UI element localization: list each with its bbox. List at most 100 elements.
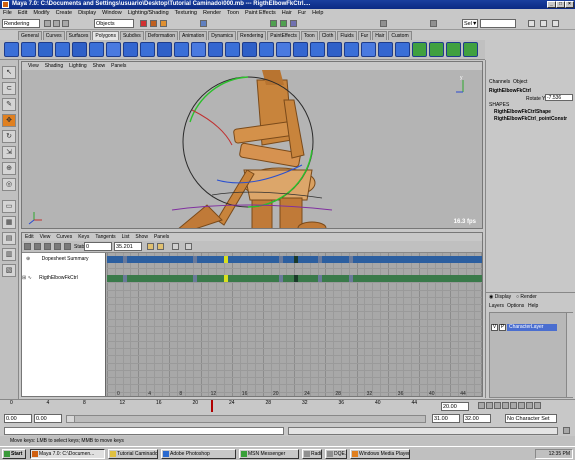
menu-hair[interactable]: Hair xyxy=(282,9,292,18)
shelf-tool-icon[interactable] xyxy=(242,42,257,57)
shelf-tool-icon[interactable] xyxy=(140,42,155,57)
shelf-tab-polygons[interactable]: Polygons xyxy=(92,31,119,40)
viewport-menu-view[interactable]: View xyxy=(28,62,39,70)
go-to-start-icon[interactable] xyxy=(478,402,485,409)
layer-scrollbar[interactable] xyxy=(566,313,573,397)
layers-options-menu[interactable]: Options xyxy=(507,303,524,309)
layout-single-icon[interactable]: ▭ xyxy=(2,200,16,213)
new-scene-icon[interactable] xyxy=(44,20,51,27)
shelf-tab-hair[interactable]: Hair xyxy=(372,31,388,40)
menu-set-dropdown[interactable]: Rendering xyxy=(2,19,40,28)
anim-end-field[interactable]: 32.00 xyxy=(463,414,491,423)
summary-key[interactable] xyxy=(317,256,322,263)
shelf-tool-icon[interactable] xyxy=(208,42,223,57)
range-handle-left[interactable] xyxy=(67,416,75,422)
quick-selection-input[interactable] xyxy=(480,19,516,28)
ctrl-key[interactable] xyxy=(224,275,228,282)
shelf-tab-surfaces[interactable]: Surfaces xyxy=(65,31,92,40)
snap-curve-icon[interactable] xyxy=(160,20,167,27)
taskbar-item[interactable]: Windows Media Player xyxy=(350,449,410,459)
menu-texturing[interactable]: Texturing xyxy=(175,9,197,18)
channel-box-toggle-icon[interactable] xyxy=(552,20,559,27)
menu-display[interactable]: Display xyxy=(78,9,96,18)
step-forward-key-icon[interactable] xyxy=(518,402,525,409)
minimize-button[interactable]: _ xyxy=(547,1,556,8)
summary-key[interactable] xyxy=(192,256,197,263)
summary-key[interactable] xyxy=(224,256,228,263)
summary-key[interactable] xyxy=(122,256,127,263)
layout-four-icon[interactable]: ▦ xyxy=(2,216,16,229)
menu-modify[interactable]: Modify xyxy=(33,9,49,18)
shelf-tool-icon[interactable] xyxy=(463,42,478,57)
menu-lighting-shading[interactable]: Lighting/Shading xyxy=(128,9,169,18)
shelf-tab-deformation[interactable]: Deformation xyxy=(144,31,178,40)
dopesheet-menu-edit[interactable]: Edit xyxy=(25,233,34,241)
menu-file[interactable]: File xyxy=(3,9,12,18)
dopesheet-menu-panels[interactable]: Panels xyxy=(154,233,169,241)
character-layer-item[interactable]: CharacterLayer xyxy=(507,324,557,331)
dopesheet-menu-curves[interactable]: Curves xyxy=(56,233,72,241)
viewport-menu-show[interactable]: Show xyxy=(93,62,106,70)
shelf-tool-icon[interactable] xyxy=(327,42,342,57)
start-button[interactable]: Start xyxy=(2,449,26,459)
tool-settings-toggle-icon[interactable] xyxy=(540,20,547,27)
snap-grid-icon[interactable] xyxy=(150,20,157,27)
shelf-tool-icon[interactable] xyxy=(106,42,121,57)
shelf-tool-icon[interactable] xyxy=(38,42,53,57)
select-keys-icon[interactable] xyxy=(24,243,31,250)
lattice-deform-icon[interactable] xyxy=(64,243,71,250)
shelf-tool-icon[interactable] xyxy=(344,42,359,57)
shelf-tool-icon[interactable] xyxy=(225,42,240,57)
ctrl-key[interactable] xyxy=(122,275,127,282)
step-back-key-icon[interactable] xyxy=(494,402,501,409)
shelf-tab-curves[interactable]: Curves xyxy=(42,31,65,40)
taskbar-item[interactable]: MSN Messenger xyxy=(239,449,299,459)
close-button[interactable]: × xyxy=(565,1,574,8)
save-scene-icon[interactable] xyxy=(62,20,69,27)
menu-create[interactable]: Create xyxy=(56,9,73,18)
layer-render-tab[interactable]: ○ Render xyxy=(516,294,537,300)
current-time-indicator[interactable] xyxy=(211,400,213,412)
viewport-menu-panels[interactable]: Panels xyxy=(111,62,126,70)
layers-menu[interactable]: Layers xyxy=(489,303,504,309)
layer-playback-toggle[interactable]: P xyxy=(499,324,506,331)
play-backward-icon[interactable] xyxy=(502,402,509,409)
menu-fur[interactable]: Fur xyxy=(298,9,306,18)
step-back-icon[interactable] xyxy=(486,402,493,409)
dopesheet-menu-view[interactable]: View xyxy=(40,233,51,241)
stats-field-time[interactable]: 0 xyxy=(84,242,112,251)
open-scene-icon[interactable] xyxy=(53,20,60,27)
viewport-menu-lighting[interactable]: Lighting xyxy=(69,62,87,70)
shelf-tab-animation[interactable]: Animation xyxy=(178,31,208,40)
shelf-tool-icon[interactable] xyxy=(191,42,206,57)
shelf-tool-icon[interactable] xyxy=(395,42,410,57)
ipr-render-icon[interactable] xyxy=(280,20,287,27)
mel-command-input[interactable] xyxy=(4,427,284,435)
go-to-end-icon[interactable] xyxy=(534,402,541,409)
shape-node-2[interactable]: RigthElbowFkCtrl_pointConstr xyxy=(494,116,567,122)
object-tab[interactable]: Object xyxy=(513,79,527,85)
select-tool-icon[interactable]: ↖ xyxy=(2,66,16,79)
taskbar-item[interactable]: Adobe Photoshop xyxy=(161,449,236,459)
shelf-tool-icon[interactable] xyxy=(89,42,104,57)
summary-key[interactable] xyxy=(278,256,283,263)
shelf-tool-icon[interactable] xyxy=(55,42,70,57)
shelf-tab-cloth[interactable]: Cloth xyxy=(318,31,337,40)
character-set-dropdown[interactable]: No Character Set xyxy=(505,414,557,423)
dopesheet-menu-keys[interactable]: Keys xyxy=(78,233,89,241)
shelf-tool-icon[interactable] xyxy=(4,42,19,57)
anim-start-field[interactable]: 0.00 xyxy=(4,414,32,423)
range-bar[interactable] xyxy=(66,415,426,423)
quick-select-icon[interactable] xyxy=(430,20,437,27)
menu-render[interactable]: Render xyxy=(203,9,221,18)
playback-start-field[interactable]: 0.00 xyxy=(34,414,62,423)
ctrl-row[interactable]: ⊞ ∿ RigthElbowFkCtrl xyxy=(22,275,106,282)
shelf-tab-painteffects[interactable]: PaintEffects xyxy=(267,31,300,40)
shelf-tool-icon[interactable] xyxy=(123,42,138,57)
shelf-tool-icon[interactable] xyxy=(174,42,189,57)
rotate-y-field[interactable]: -7.536 xyxy=(545,94,573,101)
ctrl-key[interactable] xyxy=(348,275,353,282)
ctrl-key[interactable] xyxy=(192,275,197,282)
taskbar-item[interactable]: Maya 7.0: C:\Documen... xyxy=(30,449,105,459)
menu-edit[interactable]: Edit xyxy=(18,9,27,18)
